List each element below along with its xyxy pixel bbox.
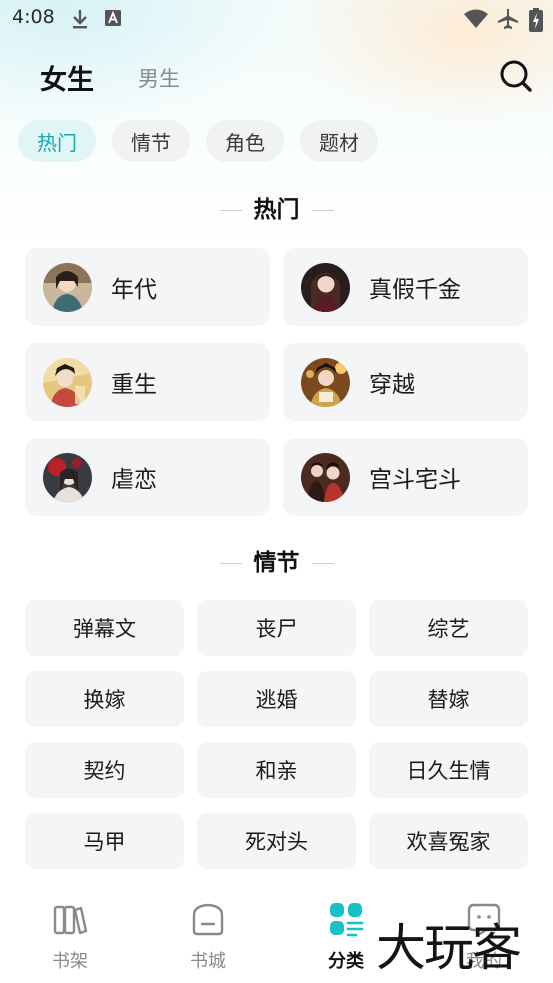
chip-hot[interactable]: 热门 <box>18 120 96 162</box>
plot-item[interactable]: 死对头 <box>197 813 356 869</box>
hot-item-palace-intrigue[interactable]: 宫斗宅斗 <box>283 438 528 516</box>
chip-character[interactable]: 角色 <box>206 120 284 162</box>
tab-label: 书城 <box>190 951 226 972</box>
hot-item-tragic-love[interactable]: 虐恋 <box>25 438 270 516</box>
plot-item[interactable]: 马甲 <box>25 813 184 869</box>
title-divider-left <box>219 563 242 564</box>
status-bar: 4:08 <box>0 0 553 38</box>
tragic-love-portrait-avatar <box>43 452 92 502</box>
plot-item[interactable]: 逃婚 <box>197 671 356 727</box>
tab-category[interactable]: 分类 <box>306 883 386 983</box>
plot-item[interactable]: 欢喜冤家 <box>369 813 528 869</box>
bookstore-icon <box>190 901 226 937</box>
hot-item-fake-heiress[interactable]: 真假千金 <box>283 248 528 326</box>
category-icon <box>328 901 364 937</box>
download-icon <box>70 8 90 34</box>
era-portrait-avatar <box>43 262 92 312</box>
hot-item-label: 真假千金 <box>369 277 461 303</box>
hot-grid: 年代 真假千金 重生 穿越 虐恋 宫斗宅斗 <box>25 248 528 516</box>
section-title-hot: 热门 <box>0 190 553 224</box>
hot-item-era[interactable]: 年代 <box>25 248 270 326</box>
hot-item-rebirth[interactable]: 重生 <box>25 343 270 421</box>
plot-item[interactable]: 综艺 <box>369 600 528 656</box>
plot-item[interactable]: 契约 <box>25 742 184 798</box>
category-chips: 热门 情节 角色 题材 <box>18 120 378 162</box>
airplane-mode-icon <box>496 8 520 34</box>
keyboard-a-icon <box>104 8 122 32</box>
heiress-portrait-avatar <box>301 262 350 312</box>
header: 女生 男生 <box>0 50 553 102</box>
search-icon <box>500 60 532 92</box>
tab-label: 分类 <box>328 951 364 972</box>
plot-grid: 弹幕文 丧尸 综艺 换嫁 逃婚 替嫁 契约 和亲 日久生情 马甲 死对头 欢喜冤… <box>25 600 528 869</box>
hot-item-time-travel[interactable]: 穿越 <box>283 343 528 421</box>
title-divider-right <box>311 563 334 564</box>
title-divider-left <box>219 210 242 211</box>
tab-male[interactable]: 男生 <box>138 63 180 93</box>
tab-female[interactable]: 女生 <box>40 58 94 97</box>
time-travel-portrait-avatar <box>301 357 350 407</box>
status-time: 4:08 <box>12 6 55 28</box>
title-divider-right <box>311 210 334 211</box>
palace-intrigue-portrait-avatar <box>301 452 350 502</box>
battery-charging-icon <box>529 8 543 36</box>
hot-item-label: 穿越 <box>369 372 415 398</box>
plot-item[interactable]: 替嫁 <box>369 671 528 727</box>
plot-item[interactable]: 换嫁 <box>25 671 184 727</box>
section-title-hot-text: 热门 <box>253 197 300 223</box>
hot-item-label: 重生 <box>111 372 157 398</box>
section-title-plot: 情节 <box>0 543 553 577</box>
plot-item[interactable]: 丧尸 <box>197 600 356 656</box>
tab-label: 书架 <box>52 951 88 972</box>
chip-plot[interactable]: 情节 <box>112 120 190 162</box>
chip-theme[interactable]: 题材 <box>300 120 378 162</box>
section-title-plot-text: 情节 <box>253 550 300 576</box>
category-screen: 4:08 女生 男生 热门 情节 角色 题材 热门 年代 真假千金 重生 穿越 … <box>0 0 553 983</box>
search-button[interactable] <box>498 58 534 94</box>
hot-item-label: 年代 <box>111 277 157 303</box>
plot-item[interactable]: 和亲 <box>197 742 356 798</box>
wifi-icon <box>463 8 489 34</box>
plot-item[interactable]: 弹幕文 <box>25 600 184 656</box>
tab-bookstore[interactable]: 书城 <box>168 883 248 983</box>
watermark-logo: 大玩客 <box>376 919 522 977</box>
rebirth-portrait-avatar <box>43 357 92 407</box>
bookshelf-icon <box>52 901 88 937</box>
hot-item-label: 宫斗宅斗 <box>369 467 461 493</box>
hot-item-label: 虐恋 <box>111 467 157 493</box>
plot-item[interactable]: 日久生情 <box>369 742 528 798</box>
tab-bookshelf[interactable]: 书架 <box>30 883 110 983</box>
